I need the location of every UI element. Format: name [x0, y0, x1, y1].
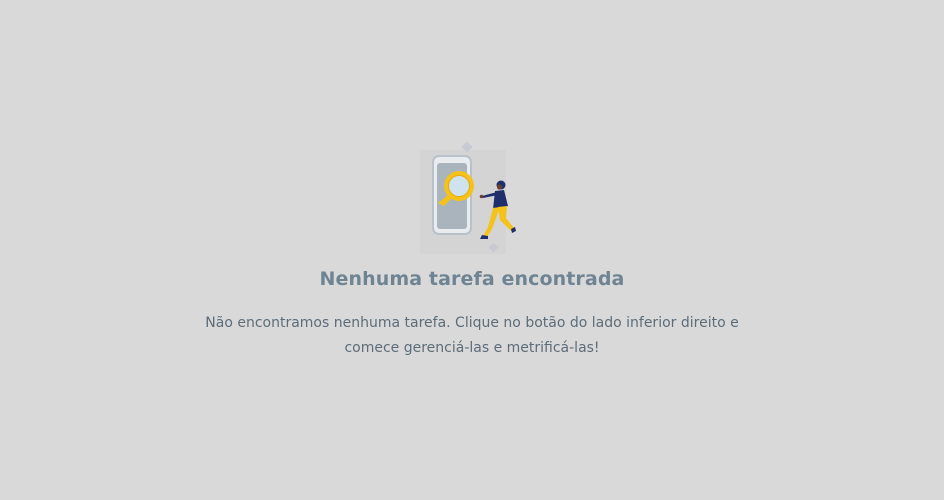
empty-state-message: Não encontramos nenhuma tarefa. Clique n… [205, 315, 739, 356]
search-phone-illustration [418, 140, 522, 258]
empty-state: Nenhuma tarefa encontrada Não encontramo… [0, 0, 944, 500]
empty-state-title: Nenhuma tarefa encontrada [319, 268, 625, 290]
